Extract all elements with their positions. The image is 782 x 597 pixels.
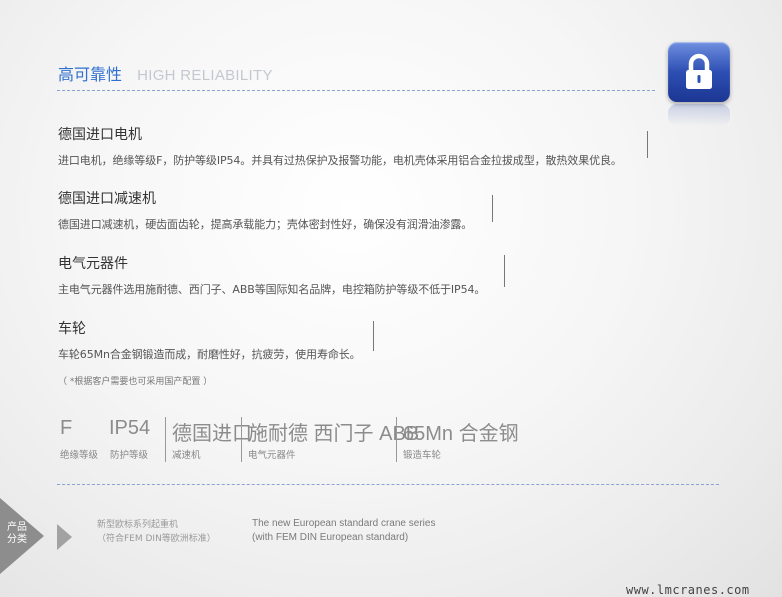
spec-separator <box>241 417 242 462</box>
config-note: （ *根据客户需要也可采用国产配置 ） <box>58 377 213 387</box>
section-title: 车轮 <box>58 321 86 337</box>
spec-value: IP54 <box>109 417 151 439</box>
section-wheel: 车轮 车轮65Mn合金钢锻造而成，耐磨性好，抗疲劳，使用寿命长。 <box>58 318 361 362</box>
section-desc: 车轮65Mn合金钢锻造而成，耐磨性好，抗疲劳，使用寿命长。 <box>58 348 361 361</box>
header-title-cn: 高可靠性 <box>58 65 123 84</box>
section-reducer: 德国进口减速机 德国进口减速机，硬齿面齿轮，提高承载能力；壳体密封性好，确保没有… <box>58 188 472 232</box>
section-desc: 进口电机，绝缘等级F，防护等级IP54。并具有过热保护及报警功能，电机壳体采用铝… <box>58 154 622 167</box>
website-url: www.lmcranes.com <box>626 583 750 597</box>
play-arrow-icon[interactable] <box>57 524 72 550</box>
series-cn: 新型欧标系列起重机 （符合FEM DIN等欧洲标准） <box>97 520 216 544</box>
vertical-rule <box>373 321 374 351</box>
spec-value: 施耐德 西门子 ABB <box>248 423 420 445</box>
spec-label: 防护等级 <box>110 450 149 461</box>
section-title: 德国进口减速机 <box>58 191 156 207</box>
vertical-rule <box>504 255 505 287</box>
spec-label: 锻造车轮 <box>403 450 442 461</box>
vertical-rule <box>647 131 648 158</box>
section-desc: 主电气元器件选用施耐德、西门子、ABB等国际知名品牌，电控箱防护等级不低于IP5… <box>58 283 486 296</box>
section-title: 德国进口电机 <box>58 127 142 143</box>
header-title-en: HIGH RELIABILITY <box>137 67 273 84</box>
spec-value: 德国进口 <box>172 423 252 445</box>
spec-separator <box>396 417 397 462</box>
vertical-rule <box>492 195 493 222</box>
lock-tile <box>668 42 730 102</box>
section-desc: 德国进口减速机，硬齿面齿轮，提高承载能力；壳体密封性好，确保没有润滑油渗露。 <box>58 218 473 231</box>
category-label: 产品 分类 <box>7 522 27 545</box>
lock-reflection <box>668 104 730 126</box>
section-motor: 德国进口电机 进口电机，绝缘等级F，防护等级IP54。并具有过热保护及报警功能，… <box>58 124 622 168</box>
specs-divider <box>57 484 719 485</box>
section-header: 高可靠性 HIGH RELIABILITY <box>58 61 273 85</box>
spec-separator <box>165 417 166 462</box>
spec-label: 减速机 <box>172 450 201 461</box>
header-divider <box>57 90 655 91</box>
spec-label: 绝缘等级 <box>60 450 99 461</box>
spec-value: F <box>60 417 73 439</box>
series-en: The new European standard crane series (… <box>252 518 436 543</box>
padlock-icon <box>686 53 712 89</box>
spec-label: 电气元器件 <box>248 450 296 461</box>
section-title: 电气元器件 <box>58 256 128 272</box>
spec-value: 65Mn 合金钢 <box>403 423 519 445</box>
section-electrical: 电气元器件 主电气元器件选用施耐德、西门子、ABB等国际知名品牌，电控箱防护等级… <box>58 253 485 297</box>
